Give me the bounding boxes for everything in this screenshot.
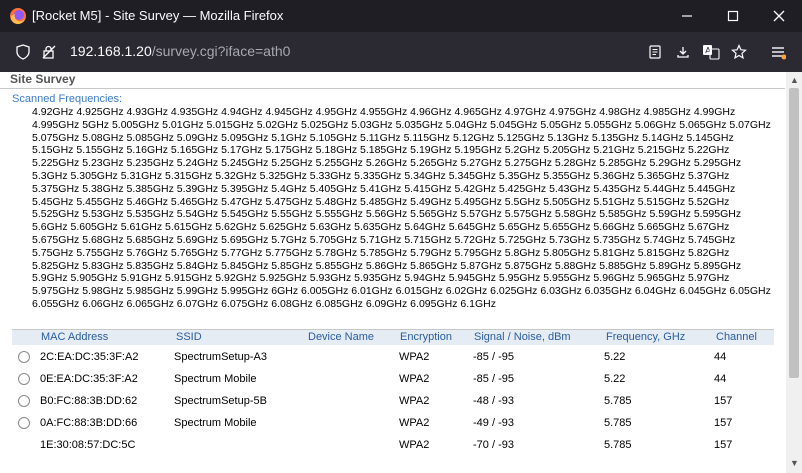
mac-cell: 0A:FC:88:3B:DD:66: [40, 417, 138, 429]
vertical-scrollbar[interactable]: ▲ ▼: [786, 72, 802, 473]
mac-cell: 1E:30:08:57:DC:5C: [40, 439, 136, 451]
firefox-logo-icon: [10, 8, 26, 25]
table-row[interactable]: 2C:EA:DC:35:3F:A2 SpectrumSetup-A3 WPA2 …: [12, 347, 774, 369]
select-radio[interactable]: [18, 373, 30, 385]
close-window-button[interactable]: [756, 0, 802, 32]
scroll-down-arrow-icon[interactable]: ▼: [790, 458, 799, 468]
frequency-cell: 5.785: [604, 417, 632, 429]
scanned-frequencies-list: 4.92GHz 4.925GHz 4.93GHz 4.935GHz 4.94GH…: [32, 106, 771, 310]
window-titlebar: [Rocket M5] - Site Survey — Mozilla Fire…: [0, 0, 802, 32]
url-host: 192.168.1.20: [70, 43, 152, 59]
page-title: Site Survey: [10, 72, 76, 86]
close-icon: [773, 10, 785, 22]
minimize-icon: [682, 15, 692, 17]
scanned-frequencies-label: Scanned Frequencies:: [12, 93, 123, 105]
maximize-icon: [727, 10, 739, 22]
ssid-cell: Spectrum Mobile: [174, 417, 257, 429]
window-title: [Rocket M5] - Site Survey — Mozilla Fire…: [32, 8, 284, 23]
scrollbar-thumb[interactable]: [789, 88, 799, 378]
signal-cell: -70 / -93: [473, 439, 514, 451]
channel-cell: 157: [714, 395, 733, 407]
column-header-frequency[interactable]: Frequency, GHz: [606, 331, 685, 343]
signal-cell: -48 / -93: [473, 395, 514, 407]
reader-view-icon[interactable]: [646, 43, 664, 61]
minimize-button[interactable]: [664, 0, 710, 32]
select-radio[interactable]: [18, 417, 30, 429]
column-header-channel[interactable]: Channel: [716, 331, 757, 343]
column-header-signal[interactable]: Signal / Noise, dBm: [474, 331, 571, 343]
column-header-device[interactable]: Device Name: [308, 331, 374, 343]
signal-cell: -85 / -95: [473, 351, 514, 363]
url-path: /survey.cgi?iface=ath0: [151, 43, 291, 59]
encryption-cell: WPA2: [399, 417, 430, 429]
channel-cell: 157: [714, 417, 733, 429]
translate-icon[interactable]: A: [702, 43, 720, 61]
ssid-cell: Spectrum Mobile: [174, 373, 257, 385]
table-row: 1E:30:08:57:DC:5C WPA2 -70 / -93 5.785 1…: [12, 435, 774, 457]
frequency-cell: 5.785: [604, 439, 632, 451]
frequency-cell: 5.22: [604, 351, 626, 363]
tracking-protection-shield-icon[interactable]: [14, 43, 32, 61]
encryption-cell: WPA2: [399, 439, 430, 451]
navigation-toolbar: 192.168.1.20/survey.cgi?iface=ath0 A: [0, 32, 802, 72]
column-header-mac[interactable]: MAC Address: [41, 331, 108, 343]
ssid-cell: SpectrumSetup-5B: [174, 395, 267, 407]
mac-cell: B0:FC:88:3B:DD:62: [40, 395, 138, 407]
channel-cell: 157: [714, 439, 733, 451]
save-to-pocket-icon[interactable]: [674, 43, 692, 61]
signal-cell: -49 / -93: [473, 417, 514, 429]
select-radio[interactable]: [18, 395, 30, 407]
mac-cell: 0E:EA:DC:35:3F:A2: [40, 373, 138, 385]
channel-cell: 44: [714, 373, 727, 385]
mac-cell: 2C:EA:DC:35:3F:A2: [40, 351, 139, 363]
ssid-cell: SpectrumSetup-A3: [174, 351, 267, 363]
encryption-cell: WPA2: [399, 351, 430, 363]
frequency-cell: 5.22: [604, 373, 626, 385]
insecure-lock-icon[interactable]: [40, 43, 58, 61]
frequency-cell: 5.785: [604, 395, 632, 407]
address-bar[interactable]: 192.168.1.20/survey.cgi?iface=ath0: [70, 43, 290, 59]
table-row[interactable]: B0:FC:88:3B:DD:62 SpectrumSetup-5B WPA2 …: [12, 391, 774, 413]
channel-cell: 44: [714, 351, 727, 363]
app-menu-icon[interactable]: [769, 43, 787, 61]
maximize-button[interactable]: [710, 0, 756, 32]
encryption-cell: WPA2: [399, 395, 430, 407]
table-row[interactable]: 0A:FC:88:3B:DD:66 Spectrum Mobile WPA2 -…: [12, 413, 774, 435]
divider: [0, 88, 785, 89]
scroll-up-arrow-icon[interactable]: ▲: [790, 75, 799, 85]
signal-cell: -85 / -95: [473, 373, 514, 385]
bookmark-star-icon[interactable]: [730, 43, 748, 61]
encryption-cell: WPA2: [399, 373, 430, 385]
column-header-encryption[interactable]: Encryption: [400, 331, 452, 343]
table-row[interactable]: 0E:EA:DC:35:3F:A2 Spectrum Mobile WPA2 -…: [12, 369, 774, 391]
column-header-ssid[interactable]: SSID: [176, 331, 202, 343]
table-header: MAC Address SSID Device Name Encryption …: [12, 330, 774, 345]
select-radio[interactable]: [18, 351, 30, 363]
page-content: Site Survey Scanned Frequencies: 4.92GHz…: [0, 72, 802, 473]
